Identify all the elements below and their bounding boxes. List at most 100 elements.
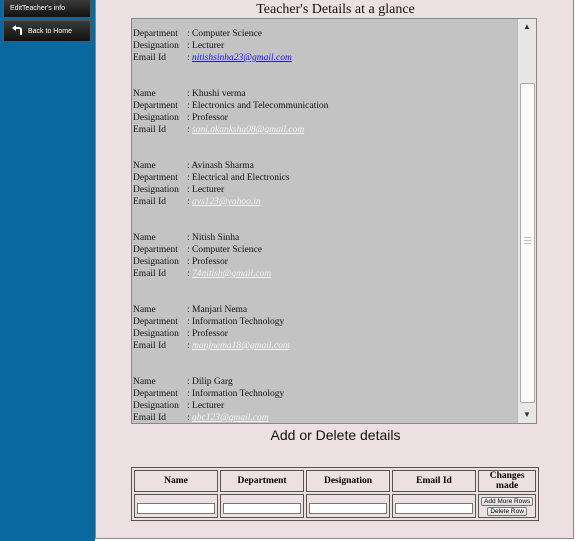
- teacher-department-value: Information Technology: [192, 389, 285, 399]
- name-input[interactable]: [137, 503, 215, 514]
- teacher-name-row: Name: Manjari Nema: [133, 304, 517, 316]
- teacher-department-row: Department: Information Technology: [133, 316, 517, 328]
- email-label: Email Id: [133, 53, 166, 63]
- teacher-designation-row: Designation: Lecturer: [133, 400, 517, 412]
- teacher-department-value: Information Technology: [192, 317, 285, 327]
- teacher-email-row: Email Id: nitishsinha23@gmail.com: [133, 52, 517, 64]
- teacher-name-row: Name: Avinash Sharma: [133, 160, 517, 172]
- add-delete-table: Name Department Designation Email Id Cha…: [131, 467, 540, 521]
- back-to-home-button[interactable]: Back to Home: [3, 20, 91, 42]
- email-label: Email Id: [133, 341, 166, 351]
- teacher-designation-value: Professor: [192, 329, 228, 339]
- department-label: Department: [133, 101, 178, 111]
- department-label: Department: [133, 389, 178, 399]
- teacher-list-box[interactable]: Department: Computer Science Designation:…: [131, 18, 537, 424]
- email-label: Email Id: [133, 269, 166, 279]
- teacher-department-row: Department: Electrical and Electronics: [133, 172, 517, 184]
- teacher-name-value: Manjari Nema: [192, 305, 248, 315]
- designation-cell: [306, 494, 390, 518]
- email-link[interactable]: avs123@yahoo.in: [192, 197, 261, 207]
- teacher-name-value: Avinash Sharma: [191, 161, 254, 171]
- teacher-entry: Name: Nitish Sinha Department: Computer S…: [133, 232, 517, 304]
- header-email: Email Id: [392, 470, 476, 492]
- name-cell: [134, 494, 218, 518]
- designation-label: Designation: [133, 113, 179, 123]
- actions-cell: Add More Rows Delete Row: [478, 494, 537, 518]
- main-panel: Teacher's Details at a glance Department…: [95, 0, 574, 539]
- email-link[interactable]: soni.akanksha08@gmail.com: [192, 125, 304, 135]
- teacher-department-row: Department: Computer Science: [133, 28, 517, 40]
- email-link[interactable]: manjnema18@gmail.com: [192, 341, 290, 351]
- teacher-designation-row: Designation: Professor: [133, 256, 517, 268]
- department-label: Department: [133, 173, 178, 183]
- teacher-name-row: Name: Dilip Garg: [133, 376, 517, 388]
- teacher-entry: Department: Computer Science Designation:…: [133, 19, 517, 88]
- teacher-name-value: Nitish Sinha: [192, 233, 240, 243]
- header-name: Name: [134, 470, 218, 492]
- teacher-designation-row: Designation: Lecturer: [133, 40, 517, 52]
- email-label: Email Id: [133, 125, 166, 135]
- designation-input[interactable]: [309, 503, 387, 514]
- sidebar: EditTeacher's info Back to Home: [0, 0, 95, 541]
- teacher-department-row: Department: Information Technology: [133, 388, 517, 400]
- email-link[interactable]: abc123@gmail.com: [192, 413, 269, 423]
- teacher-email-row: Email Id: soni.akanksha08@gmail.com: [133, 124, 517, 136]
- email-link[interactable]: nitishsinha23@gmail.com: [192, 53, 292, 63]
- teacher-designation-row: Designation: Professor: [133, 112, 517, 124]
- email-label: Email Id: [133, 197, 166, 207]
- department-label: Department: [133, 29, 178, 39]
- add-delete-heading: Add or Delete details: [270, 427, 401, 443]
- designation-label: Designation: [133, 257, 179, 267]
- teacher-department-value: Electronics and Telecommunication: [192, 101, 329, 111]
- teacher-designation-value: Professor: [192, 113, 228, 123]
- add-more-rows-button[interactable]: Add More Rows: [481, 496, 534, 506]
- teacher-department-value: Electrical and Electronics: [192, 173, 290, 183]
- scroll-up-icon[interactable]: ▲: [518, 19, 536, 35]
- teacher-email-row: Email Id: abc123@gmail.com: [133, 412, 517, 423]
- teacher-email-row: Email Id: 74nitish@gmail.com: [133, 268, 517, 280]
- teacher-name-row: Name: Nitish Sinha: [133, 232, 517, 244]
- name-label: Name: [133, 233, 156, 243]
- email-link[interactable]: 74nitish@gmail.com: [192, 269, 271, 279]
- back-to-home-label: Back to Home: [28, 27, 72, 35]
- name-label: Name: [133, 305, 156, 315]
- designation-label: Designation: [133, 41, 179, 51]
- delete-row-button[interactable]: Delete Row: [487, 506, 527, 516]
- teacher-name-value: Khushi verma: [192, 89, 246, 99]
- teacher-department-value: Computer Science: [192, 29, 262, 39]
- back-arrow-icon: [10, 24, 24, 38]
- table-row: Add More Rows Delete Row: [134, 494, 537, 518]
- designation-label: Designation: [133, 185, 179, 195]
- teacher-entry: Name: Khushi verma Department: Electronic…: [133, 88, 517, 160]
- teacher-designation-row: Designation: Professor: [133, 328, 517, 340]
- teacher-designation-value: Professor: [192, 257, 228, 267]
- teacher-designation-row: Designation: Lecturer: [133, 184, 517, 196]
- email-input[interactable]: [395, 503, 473, 514]
- teacher-name-row: Name: Khushi verma: [133, 88, 517, 100]
- edit-teachers-info-button[interactable]: EditTeacher's info: [3, 0, 91, 18]
- scroll-down-icon[interactable]: ▼: [518, 407, 536, 423]
- grip-icon: — — —: [524, 233, 531, 247]
- name-label: Name: [133, 161, 156, 171]
- name-label: Name: [133, 89, 156, 99]
- email-label: Email Id: [133, 413, 166, 423]
- department-label: Department: [133, 245, 178, 255]
- teacher-department-row: Department: Electronics and Telecommunic…: [133, 100, 517, 112]
- teacher-designation-value: Lecturer: [192, 185, 225, 195]
- page-title: Teacher's Details at a glance: [256, 2, 415, 17]
- edit-teachers-info-label: EditTeacher's info: [10, 5, 66, 12]
- designation-label: Designation: [133, 329, 179, 339]
- name-label: Name: [133, 377, 156, 387]
- teacher-entry: Name: Manjari Nema Department: Informatio…: [133, 304, 517, 376]
- teacher-designation-value: Lecturer: [192, 41, 225, 51]
- email-cell: [392, 494, 476, 518]
- department-label: Department: [133, 317, 178, 327]
- scroll-thumb[interactable]: — — —: [520, 83, 535, 403]
- vertical-scrollbar[interactable]: ▲ — — — ▼: [517, 19, 536, 423]
- teacher-list: Department: Computer Science Designation:…: [133, 19, 517, 423]
- department-cell: [220, 494, 304, 518]
- teacher-department-row: Department: Computer Science: [133, 244, 517, 256]
- teacher-department-value: Computer Science: [192, 245, 262, 255]
- clipped-row: [133, 19, 517, 28]
- department-input[interactable]: [223, 503, 301, 514]
